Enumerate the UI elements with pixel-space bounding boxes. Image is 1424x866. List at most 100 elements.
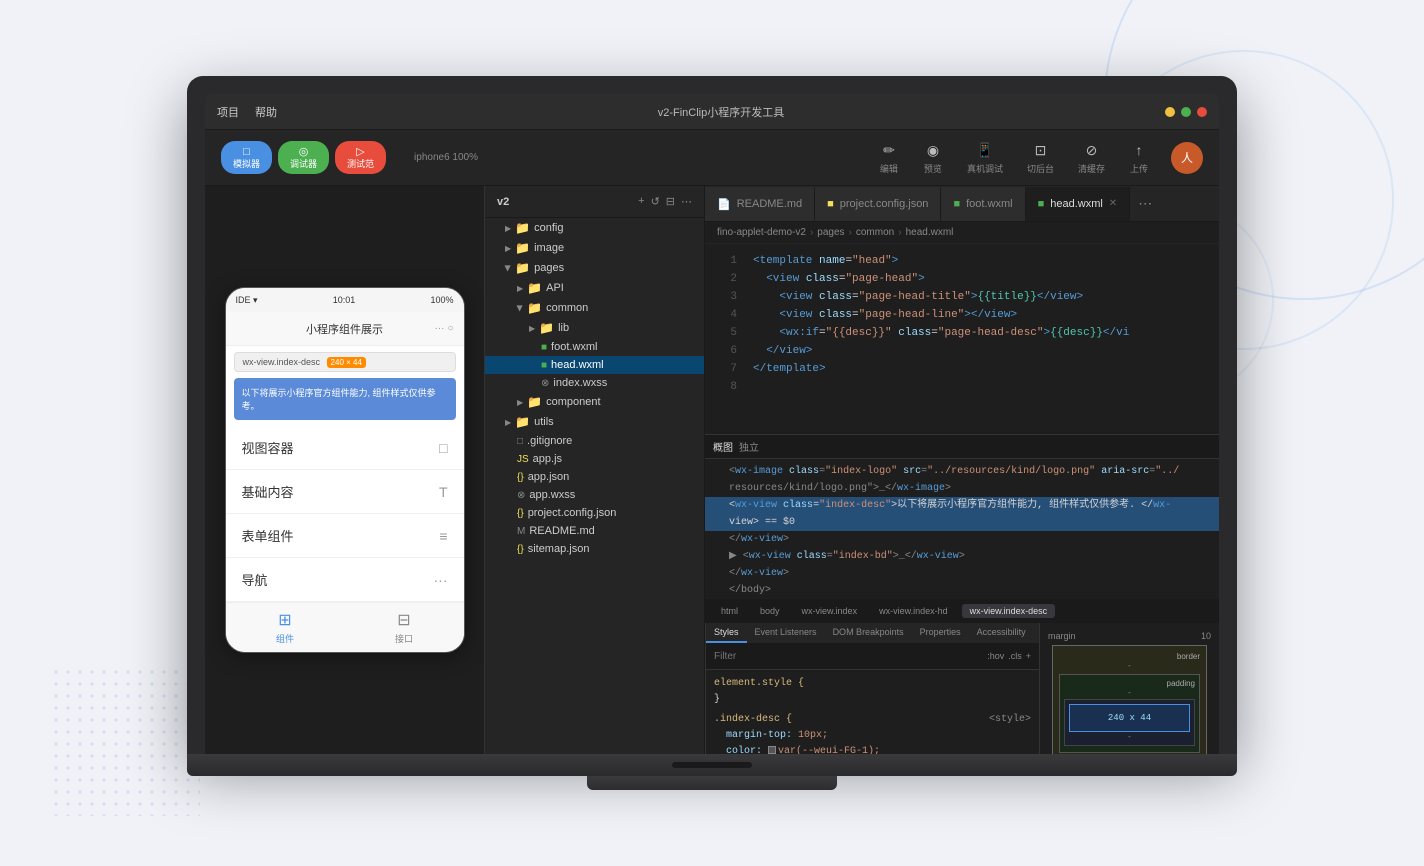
tree-item-config[interactable]: ▶ 📁 config [485, 218, 704, 238]
tree-item-gitignore[interactable]: □ .gitignore [485, 432, 704, 450]
cls-toggle[interactable]: .cls [1008, 651, 1022, 661]
tab-elements[interactable]: 概图 [713, 439, 733, 454]
box-model-header: margin 10 [1048, 631, 1211, 641]
styles-tab-dom-breakpoints[interactable]: DOM Breakpoints [825, 623, 912, 643]
phone-nav-components[interactable]: ⊞ 组件 [226, 603, 345, 652]
preview-label: 预览 [924, 162, 942, 175]
tree-item-app-js[interactable]: JS app.js [485, 450, 704, 468]
tree-item-label: project.config.json [528, 507, 617, 519]
styles-tab-accessibility[interactable]: Accessibility [969, 623, 1034, 643]
box-size: 240 x 44 [1074, 713, 1185, 723]
phone-nav-api[interactable]: ⊟ 接口 [345, 603, 464, 652]
html-line: <wx-image class="index-logo" src="../res… [705, 463, 1219, 480]
cache-icon: ⊘ [1081, 140, 1101, 160]
phone-list-item-1[interactable]: 视图容器 □ [226, 426, 464, 470]
cache-action[interactable]: ⊘ 清缓存 [1068, 136, 1115, 179]
test-icon: ▷ [356, 145, 364, 159]
html-line-active: <wx-view class="index-desc">以下将展示小程序官方组件… [705, 497, 1219, 514]
phone-tooltip: wx-view.index-desc 240 × 44 [234, 352, 456, 372]
filter-input[interactable] [714, 651, 983, 662]
main-content: IDE ▾ 10:01 100% 小程序组件展示 ··· ○ [205, 186, 1219, 754]
screen-frame: 项目 帮助 v2-FinClip小程序开发工具 □ 模拟器 [187, 76, 1237, 754]
code-content[interactable]: <template name="head"> <view class="page… [745, 244, 1219, 434]
close-button[interactable] [1197, 107, 1207, 117]
tree-item-foot-wxml[interactable]: ■ foot.wxml [485, 338, 704, 356]
refresh-icon[interactable]: ↺ [651, 195, 660, 208]
folder-icon: 📁 [527, 395, 542, 409]
box-padding-label: padding [1064, 679, 1195, 688]
tree-item-component[interactable]: ▶ 📁 component [485, 392, 704, 412]
file-panel-title: v2 [497, 196, 509, 208]
code-line-4: <view class="page-head-line"></view> [753, 306, 1211, 324]
tab-label: head.wxml [1050, 198, 1103, 210]
simulator-button[interactable]: □ 模拟器 [221, 141, 272, 175]
file-icon: □ [517, 436, 523, 447]
minimize-button[interactable] [1165, 107, 1175, 117]
chevron-icon: ▶ [517, 398, 523, 407]
upload-action[interactable]: ↑ 上传 [1119, 136, 1159, 179]
debugger-button[interactable]: ◎ 调试器 [278, 141, 329, 175]
tab-head-wxml[interactable]: ■ head.wxml ✕ [1026, 187, 1131, 221]
laptop-stand [587, 776, 837, 790]
new-file-icon[interactable]: + [638, 195, 644, 208]
element-tab-body[interactable]: body [752, 604, 788, 618]
avatar[interactable]: 人 [1171, 142, 1203, 174]
tree-item-project-config[interactable]: {} project.config.json [485, 504, 704, 522]
add-style-icon[interactable]: + [1026, 651, 1031, 661]
tree-item-image[interactable]: ▶ 📁 image [485, 238, 704, 258]
menu-help[interactable]: 帮助 [255, 104, 277, 120]
tree-item-common[interactable]: ▶ 📁 common [485, 298, 704, 318]
code-editor[interactable]: 1 2 3 4 5 6 7 8 <template name="head"> [705, 244, 1219, 434]
element-tab-wx-view-index[interactable]: wx-view.index [794, 604, 866, 618]
phone-list-item-4[interactable]: 导航 ··· [226, 558, 464, 602]
real-device-action[interactable]: 📱 真机调试 [957, 136, 1013, 179]
tree-item-sitemap[interactable]: {} sitemap.json [485, 540, 704, 558]
file-json-icon: {} [517, 544, 524, 555]
test-button[interactable]: ▷ 测试范 [335, 141, 386, 175]
tab-project-config[interactable]: ■ project.config.json [815, 187, 941, 221]
tree-item-head-wxml[interactable]: ■ head.wxml [485, 356, 704, 374]
collapse-icon[interactable]: ⊟ [666, 195, 675, 208]
styles-tab-properties[interactable]: Properties [912, 623, 969, 643]
debugger-icon: ◎ [299, 145, 309, 159]
edit-action[interactable]: ✏ 编辑 [869, 136, 909, 179]
tab-console[interactable]: 独立 [739, 439, 759, 454]
tree-item-readme[interactable]: M README.md [485, 522, 704, 540]
more-tabs-icon[interactable]: ⋯ [1130, 195, 1160, 212]
background-action[interactable]: ⊡ 切后台 [1017, 136, 1064, 179]
tree-item-label: head.wxml [551, 359, 604, 371]
chevron-open-icon: ▶ [504, 265, 513, 271]
tab-foot-wxml[interactable]: ■ foot.wxml [941, 187, 1025, 221]
hov-toggle[interactable]: :hov [987, 651, 1004, 661]
box-padding: 240 x 44 - [1064, 699, 1195, 746]
phone-list-item-3[interactable]: 表单组件 ≡ [226, 514, 464, 558]
tree-item-api[interactable]: ▶ 📁 API [485, 278, 704, 298]
element-tab-wx-view-index-desc[interactable]: wx-view.index-desc [962, 604, 1056, 618]
tab-close-icon[interactable]: ✕ [1109, 198, 1117, 209]
menu-project[interactable]: 项目 [217, 104, 239, 120]
tree-item-label: component [546, 396, 600, 408]
tree-item-label: foot.wxml [551, 341, 597, 353]
tab-label: README.md [737, 198, 802, 210]
tree-item-utils[interactable]: ▶ 📁 utils [485, 412, 704, 432]
phone-list-item-2[interactable]: 基础内容 T [226, 470, 464, 514]
tree-item-app-json[interactable]: {} app.json [485, 468, 704, 486]
file-xml-icon: ■ [541, 342, 547, 353]
test-label: 测试范 [347, 159, 374, 171]
tree-item-lib[interactable]: ▶ 📁 lib [485, 318, 704, 338]
tree-item-pages[interactable]: ▶ 📁 pages [485, 258, 704, 278]
tree-item-index-wxss[interactable]: ⊗ index.wxss [485, 374, 704, 392]
phone-list-label-4: 导航 [242, 570, 268, 589]
styles-tab-styles[interactable]: Styles [706, 623, 747, 643]
more-icon[interactable]: ⋯ [681, 195, 692, 208]
breadcrumb-sep: › [898, 227, 901, 238]
tab-readme[interactable]: 📄 README.md [705, 187, 815, 221]
preview-action[interactable]: ◉ 预览 [913, 136, 953, 179]
maximize-button[interactable] [1181, 107, 1191, 117]
html-line: </wx-view> [705, 565, 1219, 582]
breadcrumb-item-4: head.wxml [906, 227, 954, 238]
styles-tab-event-listeners[interactable]: Event Listeners [747, 623, 825, 643]
element-tab-wx-view-index-hd[interactable]: wx-view.index-hd [871, 604, 956, 618]
element-tab-html[interactable]: html [713, 604, 746, 618]
tree-item-app-wxss[interactable]: ⊗ app.wxss [485, 486, 704, 504]
